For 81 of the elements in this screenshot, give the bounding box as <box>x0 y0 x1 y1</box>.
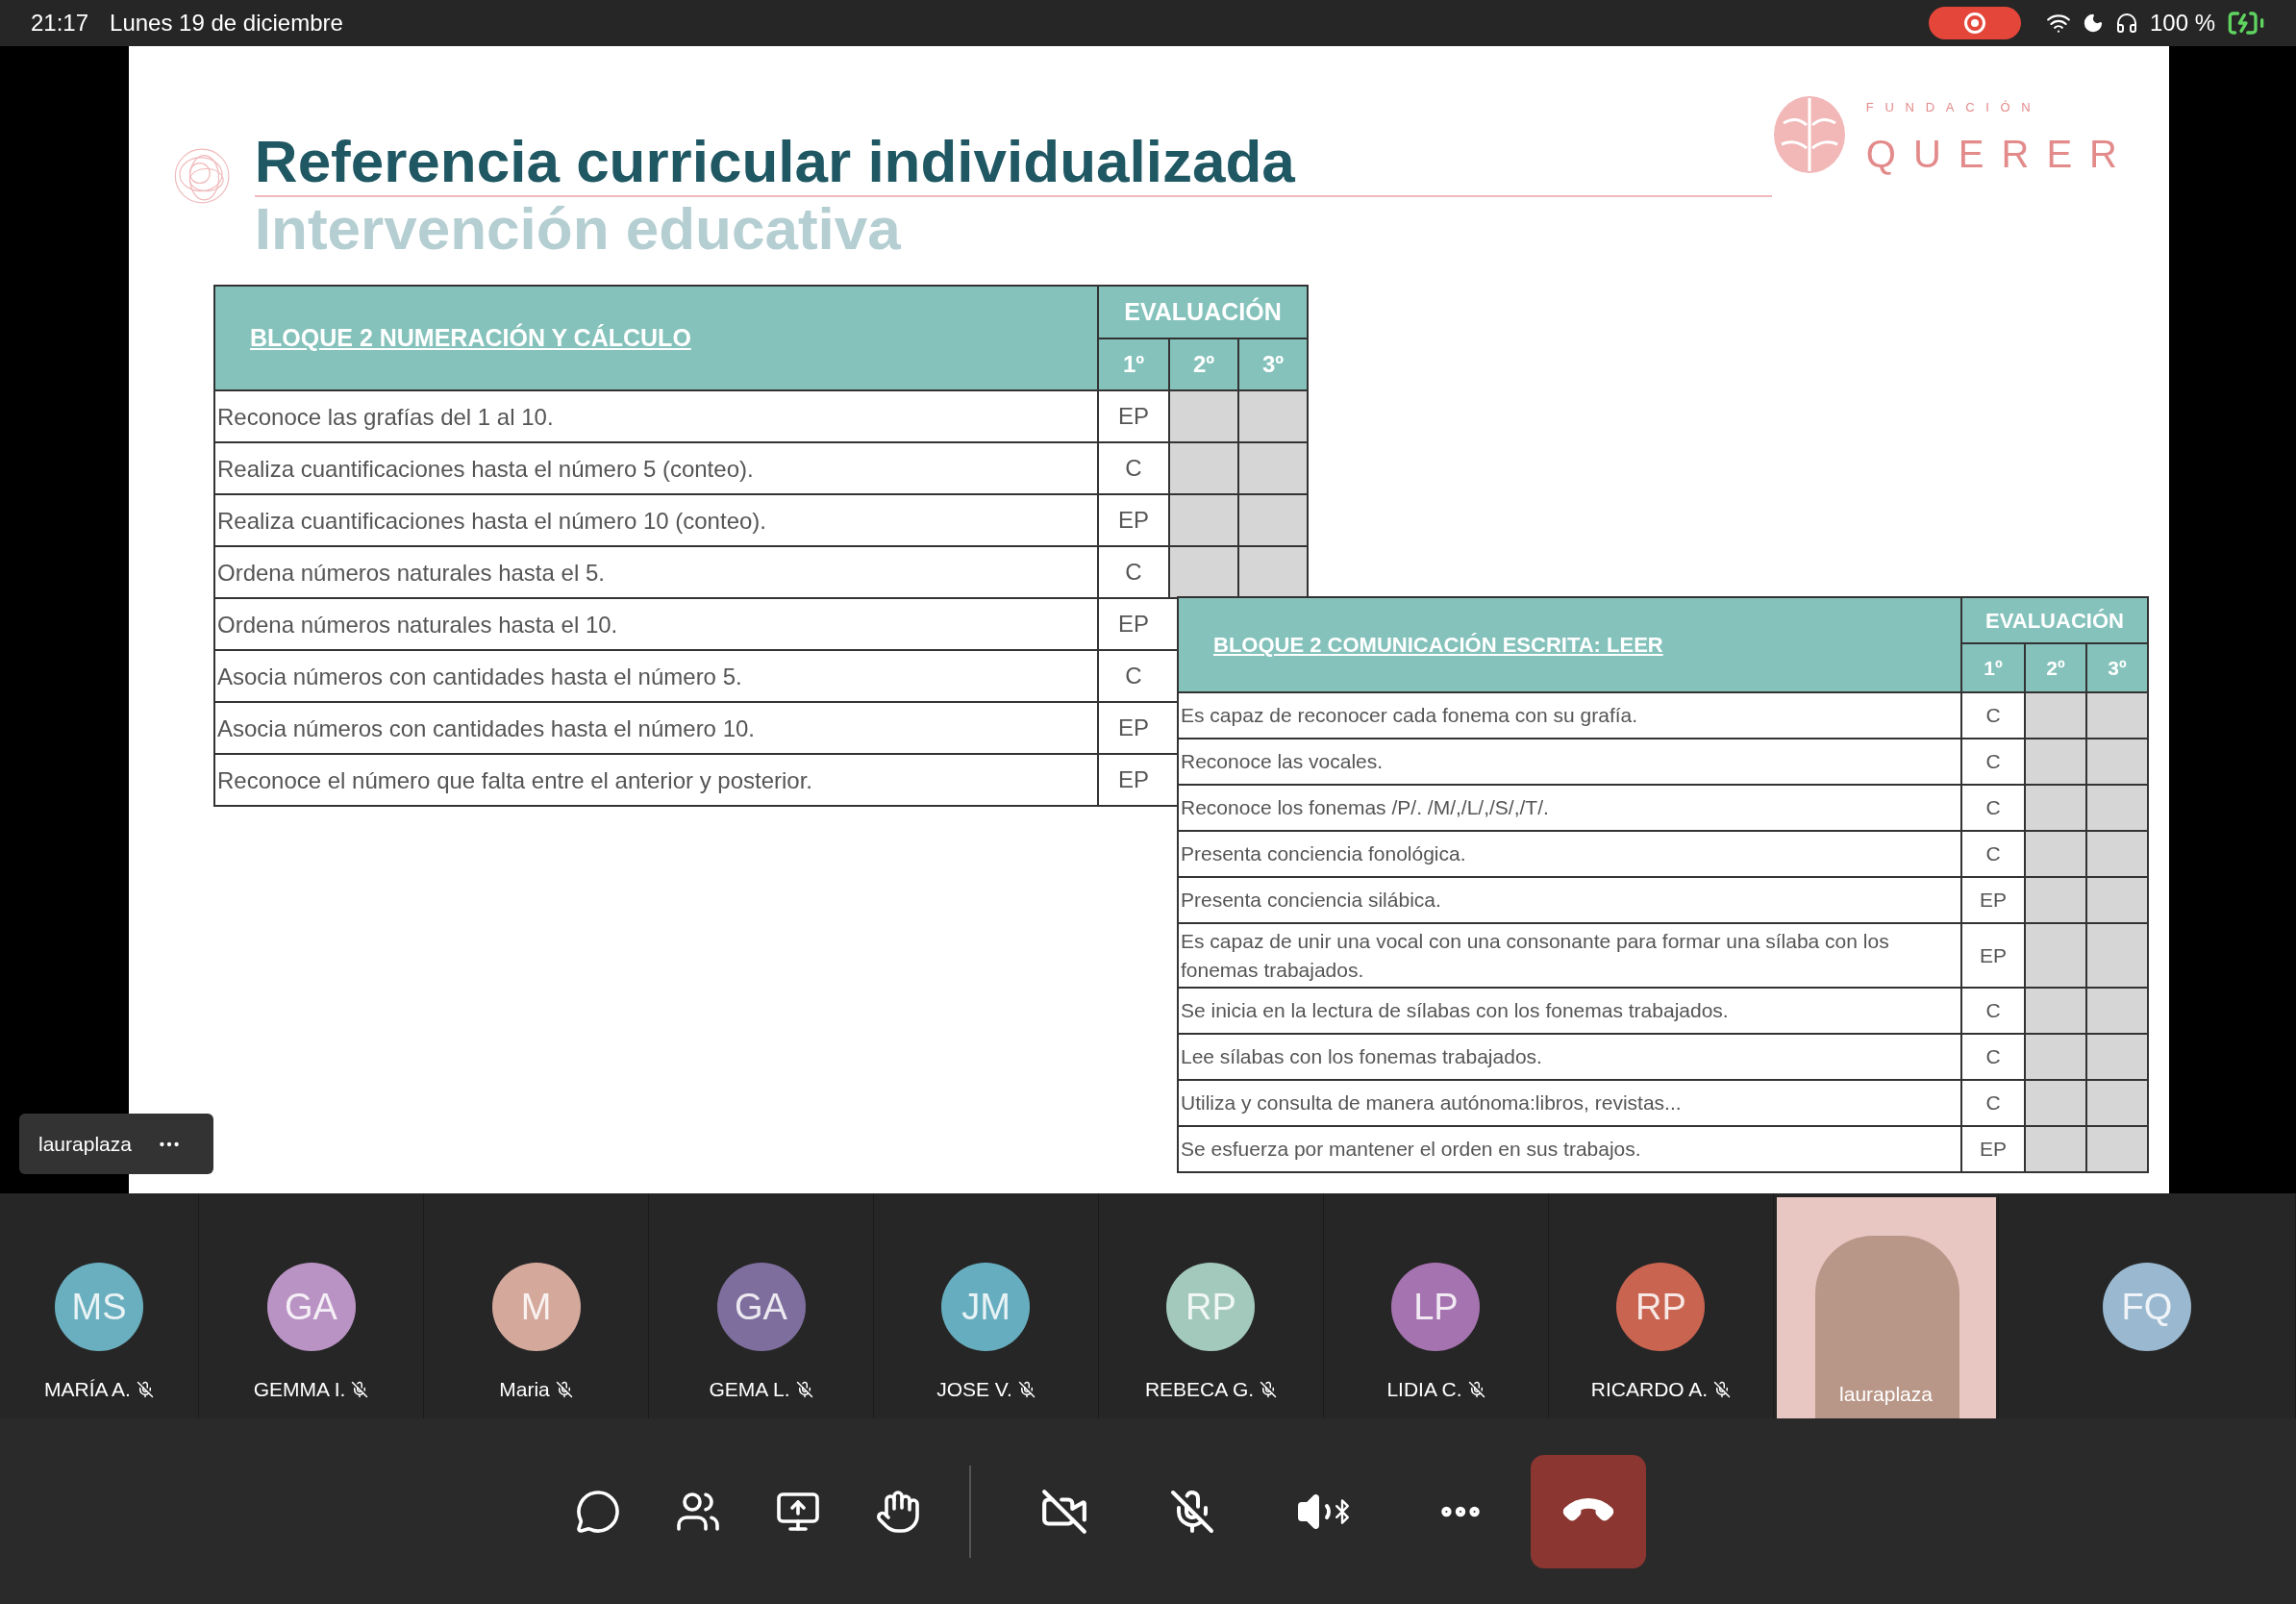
chat-icon[interactable] <box>575 1488 621 1535</box>
avatar-initials: FQ <box>2121 1285 2173 1329</box>
table-cell-text: EP <box>1117 402 1150 432</box>
table-cell: Se esfuerza por mantener el orden en sus trabajos. <box>1179 1127 1962 1171</box>
table-cell-text: EP <box>1117 765 1150 795</box>
slide-subtitle: Intervención educativa <box>254 197 902 261</box>
table-heading: BLOQUE 2 NUMERACIÓN Y CÁLCULO <box>250 322 691 354</box>
table-cell: Se inicia en la lectura de sílabas con los fonemas trabajados. <box>1179 989 1962 1033</box>
column-heading: 2º <box>2024 644 2085 691</box>
battery-percentage: 100 % <box>2149 9 2215 38</box>
participant-name: GEMMA I. <box>253 1377 346 1402</box>
table-cell-text: C <box>1984 749 2002 775</box>
table-cell: Ordena números naturales hasta el 5. <box>215 547 1099 598</box>
column-heading: EVALUACIÓN <box>1985 607 2124 635</box>
logo-tagline: FUNDACIÓN <box>1865 99 2043 116</box>
table-cell-text: EP <box>1117 714 1150 743</box>
table-cell: Reconoce las vocales. <box>1179 739 1962 784</box>
microphone-off-icon[interactable] <box>1169 1488 1215 1535</box>
moon-icon <box>2082 13 2104 34</box>
table-cell-text: C <box>1984 1044 2002 1070</box>
logo-wordmark: QUERER <box>1865 131 2134 177</box>
table-cell: Presenta conciencia fonológica. <box>1179 832 1962 876</box>
table-cell: Utiliza y consulta de manera autónoma:libros, revistas... <box>1179 1081 1962 1125</box>
brain-logo-icon <box>1771 94 1847 175</box>
table-cell: Presenta conciencia silábica. <box>1179 878 1962 922</box>
date: Lunes 19 de diciembre <box>110 9 343 38</box>
table-cell: Asocia números con cantidades hasta el número 5. <box>215 651 1099 702</box>
table-cell: Reconoce las grafías del 1 al 10. <box>215 391 1099 442</box>
column-heading: EVALUACIÓN <box>1124 296 1282 328</box>
headphones-icon <box>2114 12 2138 35</box>
avatar-initials: JM <box>961 1285 1011 1329</box>
column-heading: 3º <box>1237 339 1307 390</box>
avatar-initials: MS <box>71 1285 127 1329</box>
table-cell-text: EP <box>1117 506 1150 536</box>
participant-name: LIDIA C. <box>1386 1377 1462 1402</box>
clock: 21:17 <box>31 9 89 38</box>
table-cell: Es capaz de reconocer cada fonema con su grafía. <box>1179 693 1962 738</box>
table-cell: Reconoce los fonemas /P/. /M/,/L/,/S/,/T/. <box>1179 786 1962 830</box>
participant-name: JOSE V. <box>936 1377 1012 1402</box>
table-cell-text: EP <box>1979 888 2008 914</box>
table-cell-text: EP <box>1979 942 2008 968</box>
column-heading: 1º <box>1121 350 1146 380</box>
table-cell-text: C <box>1984 795 2002 821</box>
column-heading: 1º <box>1983 655 2004 681</box>
table-cell: Reconoce el número que falta entre el anterior y posterior. <box>215 755 1099 806</box>
table-cell-text: C <box>1124 662 1143 691</box>
table-cell: Ordena números naturales hasta el 10. <box>215 599 1099 650</box>
participant-name: REBECA G. <box>1144 1377 1255 1402</box>
table-cell-text: C <box>1984 703 2002 729</box>
avatar-initials: LP <box>1413 1285 1459 1329</box>
table-cell-text: C <box>1984 1090 2002 1116</box>
avatar-initials: GA <box>735 1285 787 1329</box>
participant-name: GEMA L. <box>709 1377 790 1402</box>
camera-off-icon[interactable] <box>1040 1487 1088 1536</box>
table-cell: Es capaz de unir una vocal con una consonante para formar una sílaba con los fonemas trabajados. <box>1179 924 1962 987</box>
table-cell-text: C <box>1124 454 1143 484</box>
table-cell-text: C <box>1984 841 2002 867</box>
table-cell-text: EP <box>1117 610 1150 639</box>
avatar-initials: RP <box>1635 1285 1686 1329</box>
avatar-initials: RP <box>1185 1285 1236 1329</box>
table-cell-text: C <box>1984 998 2002 1024</box>
presenter-label[interactable]: lauraplaza <box>19 1114 213 1174</box>
column-heading: 2º <box>1168 339 1237 390</box>
participant-name: RICARDO A. <box>1590 1377 1709 1402</box>
table-cell: Realiza cuantificaciones hasta el número 5 (conteo). <box>215 443 1099 494</box>
table-cell: Lee sílabas con los fonemas trabajados. <box>1179 1035 1962 1079</box>
participant-name: MARÍA A. <box>44 1377 131 1402</box>
participant-name: Maria <box>499 1377 550 1402</box>
hang-up-button[interactable] <box>1531 1454 1646 1568</box>
column-heading: 3º <box>2085 644 2147 691</box>
slide-title: Referencia curricular individualizada <box>254 127 1296 196</box>
avatar-initials: GA <box>285 1285 337 1329</box>
table-heading: BLOQUE 2 COMUNICACIÓN ESCRITA: LEER <box>1213 632 1663 659</box>
avatar-initials: M <box>520 1285 552 1329</box>
table-cell: Realiza cuantificaciones hasta el número 10 (conteo). <box>215 495 1099 546</box>
table-cell-text: C <box>1124 558 1143 588</box>
table-cell: Asocia números con cantidades hasta el número 10. <box>215 703 1099 754</box>
table-cell-text: EP <box>1979 1137 2008 1163</box>
raise-hand-icon[interactable] <box>875 1488 921 1535</box>
participant-name: lauraplaza <box>1839 1381 1933 1407</box>
presenter-name: lauraplaza <box>38 1131 132 1157</box>
